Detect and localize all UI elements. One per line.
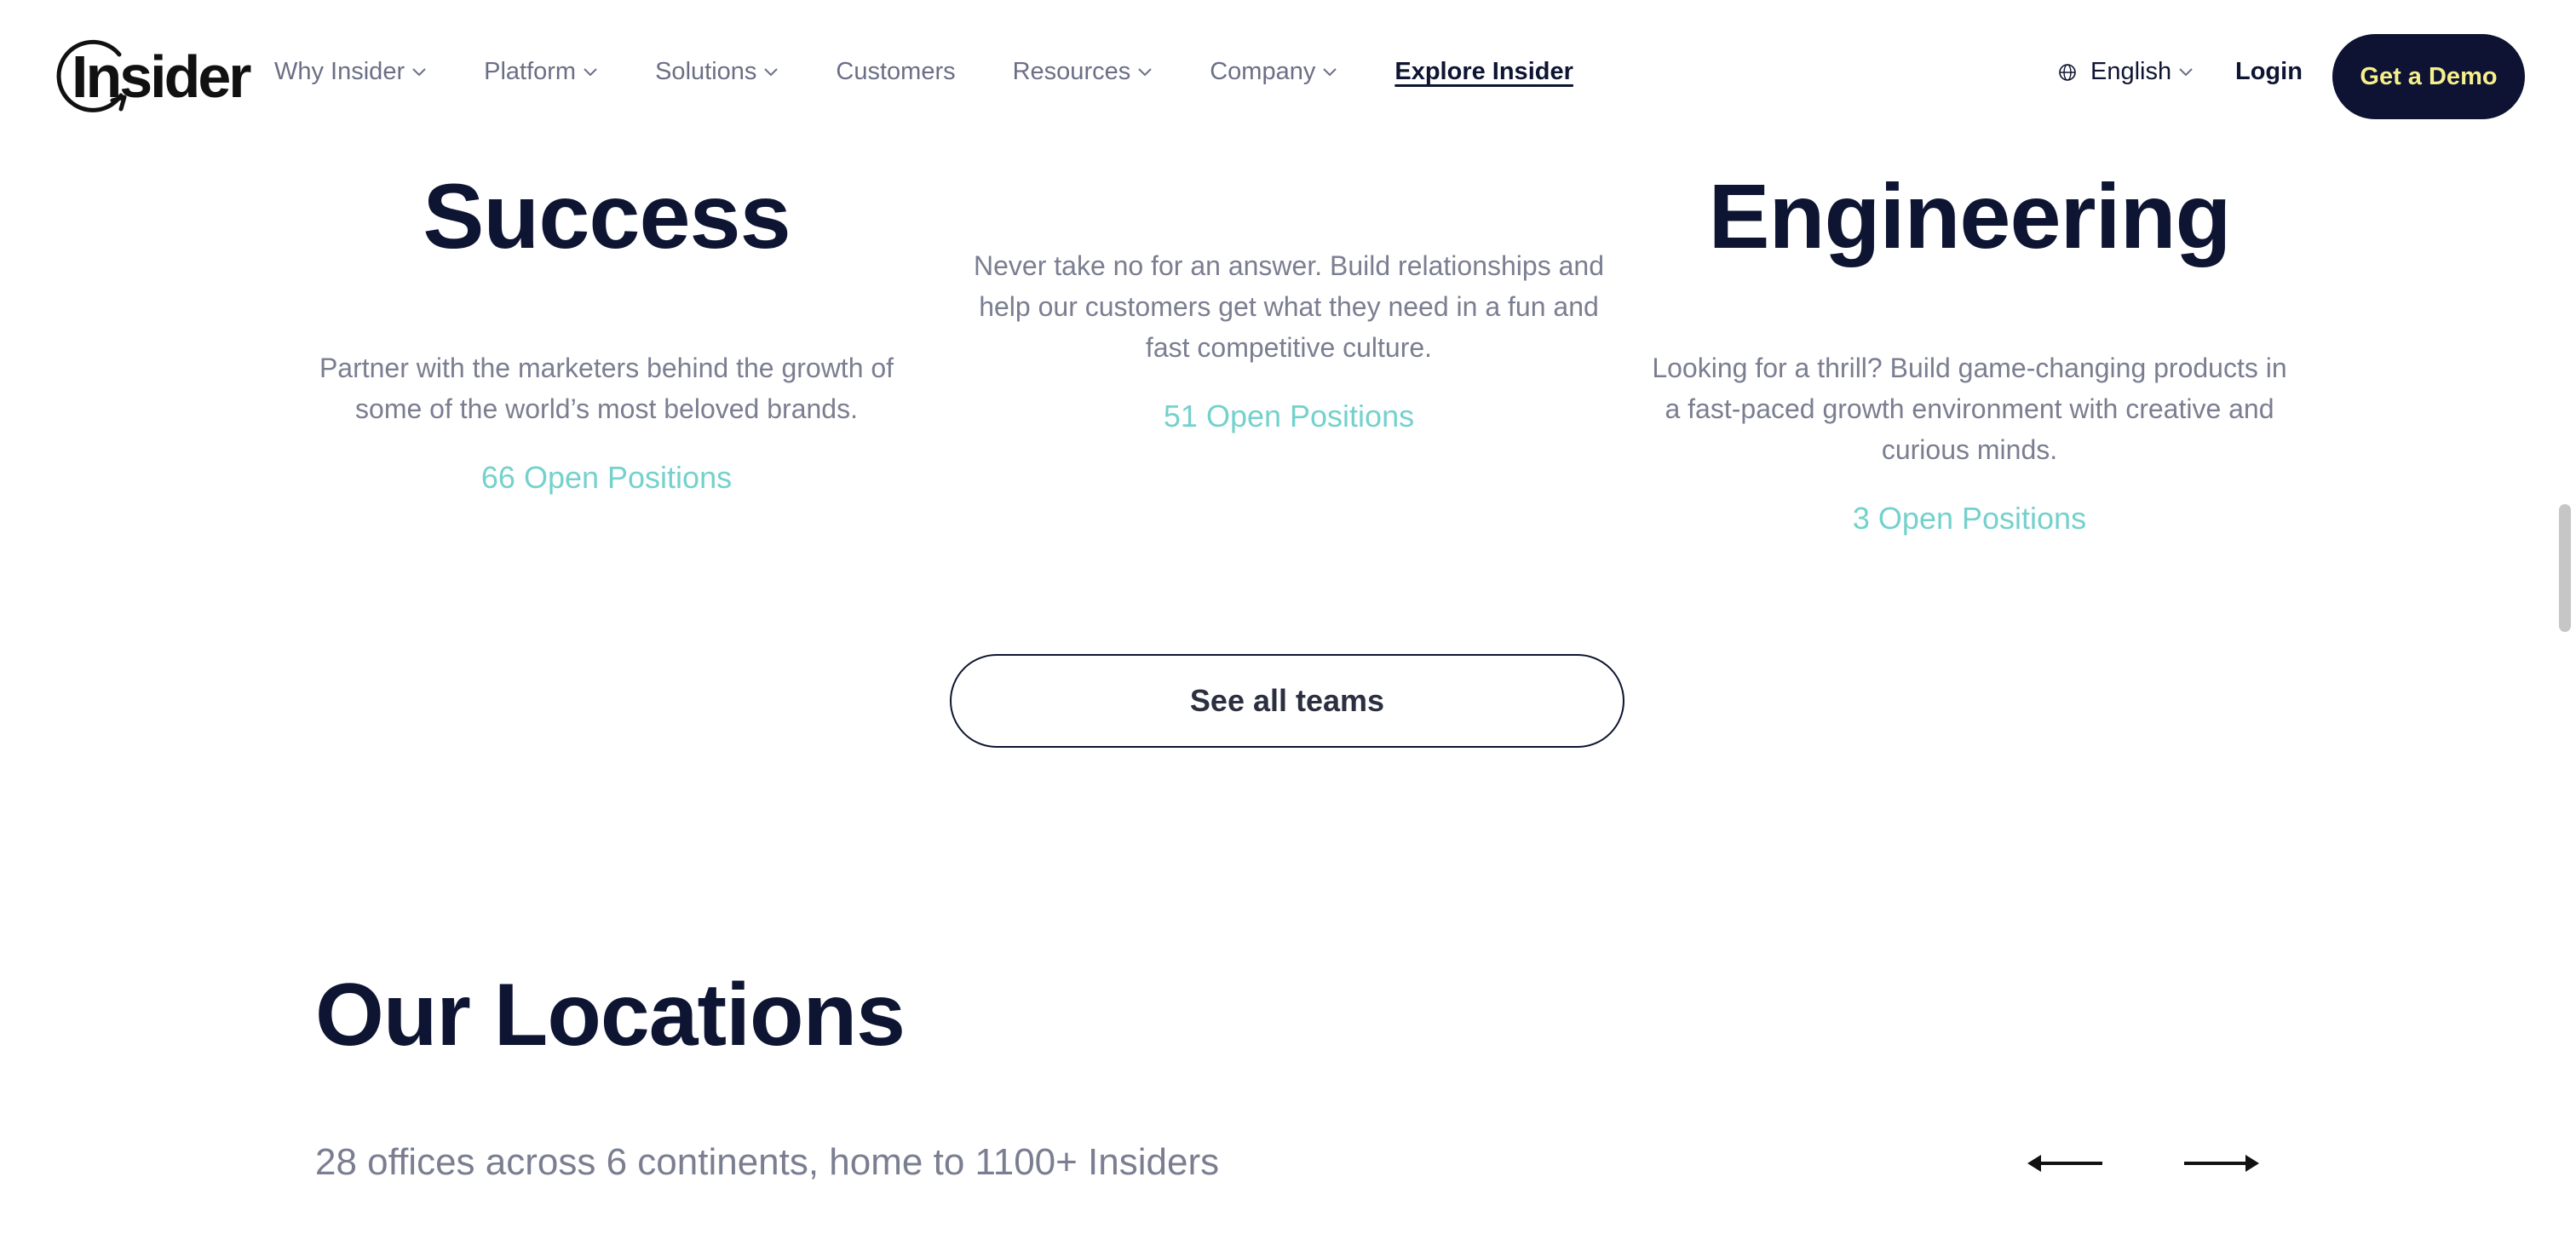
open-positions-link[interactable]: 66 Open Positions (308, 460, 905, 496)
open-positions-link[interactable]: 3 Open Positions (1644, 501, 2295, 537)
nav-explore-insider[interactable]: Explore Insider (1394, 58, 1573, 86)
chevron-down-icon (412, 67, 426, 76)
main-menu: Why Insider Platform Solutions Customers… (274, 58, 1630, 86)
team-description: Never take no for an answer. Build relat… (974, 250, 1604, 363)
arrow-left-icon[interactable] (2026, 1146, 2104, 1180)
nav-resources[interactable]: Resources (1013, 58, 1153, 86)
nav-item-label: Company (1210, 58, 1316, 85)
locations-title: Our Locations (315, 966, 906, 1065)
insider-logo[interactable]: Insider (53, 36, 252, 118)
nav-platform[interactable]: Platform (484, 58, 598, 86)
language-label: English (2090, 58, 2172, 85)
locations-subtitle: 28 offices across 6 continents, home to … (315, 1141, 1220, 1183)
open-positions-link[interactable]: 51 Open Positions (961, 399, 1617, 434)
login-link[interactable]: Login (2235, 58, 2303, 86)
nav-customers[interactable]: Customers (836, 58, 955, 86)
top-navbar: Insider Why Insider Platform Solutions C… (0, 0, 2576, 153)
nav-company[interactable]: Company (1210, 58, 1337, 86)
chevron-down-icon (2179, 67, 2193, 76)
nav-solutions[interactable]: Solutions (655, 58, 779, 86)
team-description: Looking for a thrill? Build game-changin… (1652, 353, 2287, 465)
get-demo-button[interactable]: Get a Demo (2332, 34, 2525, 119)
logo-text: Insider (72, 43, 252, 110)
team-description: Partner with the marketers behind the gr… (319, 353, 894, 424)
team-title: Success (423, 164, 791, 267)
chevron-down-icon (764, 67, 779, 76)
chevron-down-icon (1323, 67, 1337, 76)
nav-item-label: Resources (1012, 58, 1131, 85)
nav-item-label: Customers (836, 58, 956, 85)
chevron-down-icon (1138, 67, 1152, 76)
page-scrollbar[interactable] (2559, 504, 2571, 632)
nav-item-label: Why Insider (274, 58, 405, 85)
language-selector[interactable]: English (2058, 58, 2194, 86)
nav-item-label: Solutions (655, 58, 757, 85)
nav-item-label: Platform (484, 58, 577, 85)
chevron-down-icon (584, 67, 597, 76)
arrow-right-icon[interactable] (2182, 1146, 2261, 1180)
see-all-teams-button[interactable]: See all teams (950, 654, 1624, 748)
globe-icon (2059, 63, 2076, 81)
team-title: Engineering (1708, 164, 2231, 267)
nav-why-insider[interactable]: Why Insider (274, 58, 427, 86)
